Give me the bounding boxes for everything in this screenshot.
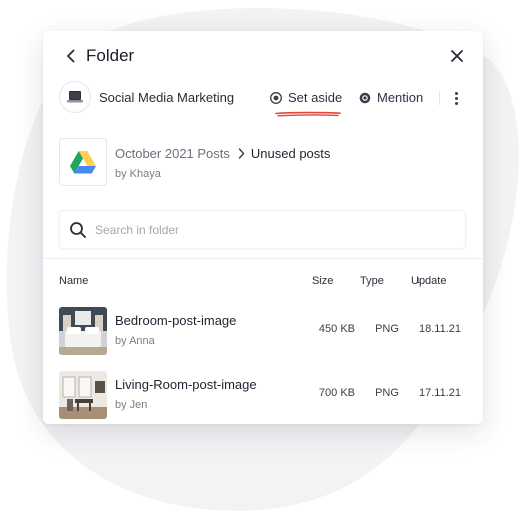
- panel-header: Folder: [43, 31, 483, 81]
- table-header: Name Size ↓ Type ↓ Update ↓: [59, 275, 447, 287]
- chevron-right-icon: [238, 148, 245, 159]
- highlight-underline: [275, 111, 341, 117]
- close-button[interactable]: [447, 46, 467, 66]
- laptop-icon: [67, 91, 83, 103]
- toolbar-divider: [439, 91, 440, 105]
- file-updated: 18.11.21: [418, 323, 461, 335]
- set-aside-label: Set aside: [288, 90, 343, 105]
- table-row[interactable]: Bedroom-post-image by Anna 450 KB PNG 18…: [43, 303, 483, 359]
- file-size: 700 KB: [318, 387, 355, 399]
- search-icon: [70, 221, 86, 238]
- column-name[interactable]: Name: [59, 275, 88, 287]
- search-box[interactable]: [59, 210, 466, 249]
- breadcrumb: October 2021 Posts Unused posts: [115, 146, 330, 161]
- back-button[interactable]: [61, 46, 81, 66]
- google-drive-icon: [70, 150, 96, 173]
- context-bar: Social Media Marketing Set aside Mention: [43, 81, 483, 117]
- table-row[interactable]: Living-Room-post-image by Jen 700 KB PNG…: [43, 367, 483, 423]
- at-sign-icon: [359, 92, 371, 103]
- file-owner: by Anna: [115, 335, 155, 347]
- sort-arrow-icon: ↓: [317, 275, 322, 286]
- folder-info: October 2021 Posts Unused posts by Khaya: [43, 131, 483, 191]
- chevron-left-icon: [67, 49, 75, 63]
- file-size: 450 KB: [318, 323, 355, 335]
- file-updated: 17.11.21: [418, 387, 461, 399]
- close-icon: [451, 50, 463, 62]
- file-name: Living-Room-post-image: [115, 377, 257, 392]
- breadcrumb-parent[interactable]: October 2021 Posts: [115, 146, 230, 161]
- search-input[interactable]: [95, 222, 435, 237]
- folder-panel: Folder Social Media Marketing Set aside: [43, 31, 483, 424]
- file-thumbnail: [59, 371, 107, 419]
- page-title: Folder: [86, 46, 135, 65]
- folder-owner: by Khaya: [115, 168, 161, 180]
- file-name: Bedroom-post-image: [115, 313, 237, 328]
- set-aside-button[interactable]: Set aside: [270, 90, 342, 105]
- more-vertical-icon: [454, 91, 458, 105]
- section-divider: [43, 258, 483, 259]
- sort-arrow-icon: ↓: [416, 275, 421, 286]
- file-type: PNG: [375, 387, 399, 399]
- file-type: PNG: [375, 323, 399, 335]
- context-avatar: [59, 81, 91, 113]
- mention-label: Mention: [377, 90, 424, 105]
- file-owner: by Jen: [115, 399, 148, 411]
- context-name[interactable]: Social Media Marketing: [99, 90, 234, 105]
- file-thumbnail: [59, 307, 107, 355]
- sort-arrow-icon: ↓: [365, 275, 370, 286]
- breadcrumb-current: Unused posts: [250, 146, 331, 161]
- drive-tile: [59, 138, 107, 186]
- more-options-button[interactable]: [448, 89, 464, 107]
- mention-button[interactable]: Mention: [359, 90, 423, 105]
- set-aside-icon: [270, 91, 282, 104]
